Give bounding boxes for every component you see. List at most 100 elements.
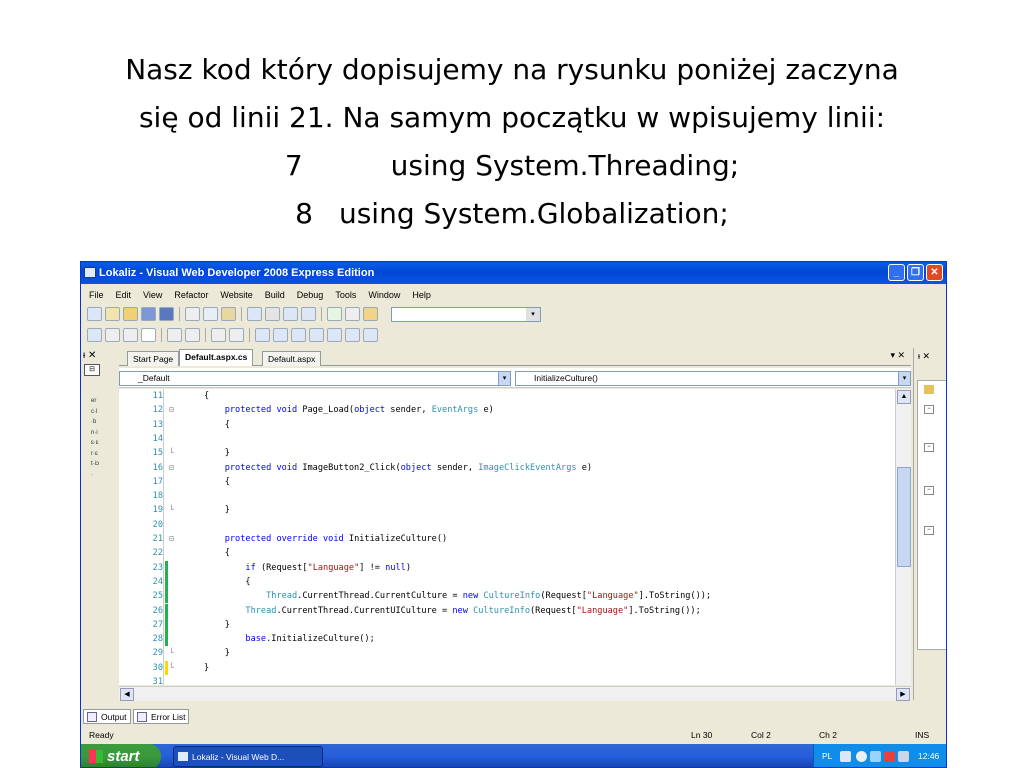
text-size-icon[interactable] [141, 328, 156, 342]
code-editor[interactable]: 11 {12 ⊟ protected void Page_Load(object s… [119, 389, 911, 685]
code-line[interactable]: 26 Thread.CurrentThread.CurrentUICulture… [119, 603, 894, 618]
menu-website[interactable]: Website [220, 290, 252, 300]
outdent-icon[interactable] [167, 328, 182, 342]
solution-explorer-header[interactable]: ᵻ ✕ [914, 348, 946, 364]
monitor-icon[interactable] [898, 751, 909, 762]
bookmark-icon[interactable] [255, 328, 270, 342]
paste-icon[interactable] [221, 307, 236, 321]
code-line[interactable]: 11 { [119, 389, 894, 403]
vertical-scrollbar[interactable]: ▲ [895, 389, 911, 685]
code-line[interactable]: 27 } [119, 617, 894, 633]
tab-default-aspx-cs[interactable]: Default.aspx.cs [179, 349, 254, 366]
start-button[interactable]: start [81, 744, 161, 767]
check-icon[interactable] [123, 328, 138, 342]
class-combo[interactable]: _Default ▾ [119, 371, 511, 386]
properties-icon[interactable] [363, 307, 378, 321]
member-combo[interactable]: InitializeCulture() ▾ [515, 371, 911, 386]
save-icon[interactable] [141, 307, 156, 321]
maximize-button[interactable]: ❐ [907, 264, 924, 281]
code-line[interactable]: 18 [119, 489, 894, 503]
expand-icon[interactable]: − [924, 405, 934, 414]
start-debugging-icon[interactable] [327, 307, 342, 321]
fold-marker-icon[interactable]: ⊟ [169, 532, 178, 546]
collapse-icon[interactable]: ⊟ [84, 364, 100, 376]
prev-bookmark-icon[interactable] [273, 328, 288, 342]
format-icon[interactable] [87, 328, 102, 342]
find-combo[interactable]: ▾ [391, 306, 541, 322]
open-folder-icon[interactable] [123, 307, 138, 321]
help-icon[interactable] [840, 751, 851, 762]
menu-build[interactable]: Build [265, 290, 285, 300]
horizontal-scrollbar[interactable]: ◀ ▶ [119, 686, 911, 701]
next-bookmark-icon[interactable] [291, 328, 306, 342]
close-button[interactable]: ✕ [926, 264, 943, 281]
security-icon[interactable] [884, 751, 895, 762]
chevron-down-icon[interactable]: ▾ [526, 307, 540, 321]
code-line[interactable]: 15 └ } [119, 446, 894, 460]
menu-tools[interactable]: Tools [335, 290, 356, 300]
copy-icon[interactable] [203, 307, 218, 321]
new-project-icon[interactable] [87, 307, 102, 321]
network-icon[interactable] [870, 751, 881, 762]
code-line[interactable]: 23 if (Request["Language"] != null) [119, 560, 894, 575]
redo-icon[interactable] [265, 307, 280, 321]
code-line[interactable]: 20 [119, 518, 894, 532]
code-line[interactable]: 19 └ } [119, 503, 894, 517]
taskbar-item-lokaliz[interactable]: Lokaliz - Visual Web D... [173, 746, 323, 767]
fold-marker-icon[interactable]: ⊟ [169, 403, 178, 417]
add-item-icon[interactable] [105, 307, 120, 321]
menu-window[interactable]: Window [368, 290, 400, 300]
uncomment-icon[interactable] [229, 328, 244, 342]
tab-default-aspx[interactable]: Default.aspx [262, 351, 322, 366]
save-all-icon[interactable] [159, 307, 174, 321]
toolbar-options-icon[interactable] [363, 328, 378, 342]
solution-tree[interactable]: − − − − [917, 380, 946, 650]
expand-icon[interactable]: − [924, 443, 934, 452]
navigate-forward-icon[interactable] [301, 307, 316, 321]
menu-refactor[interactable]: Refactor [174, 290, 208, 300]
code-line[interactable]: 31 [119, 675, 894, 685]
browser-icon[interactable] [105, 328, 120, 342]
tab-output[interactable]: Output [83, 709, 131, 724]
tab-start-page[interactable]: Start Page [127, 351, 180, 366]
code-line[interactable]: 14 [119, 432, 894, 446]
expand-icon[interactable]: − [924, 486, 934, 495]
menu-file[interactable]: File [89, 290, 104, 300]
code-line[interactable]: 28 base.InitializeCulture(); [119, 632, 894, 647]
scroll-up-icon[interactable]: ▲ [897, 390, 911, 404]
bookmark-folder-icon[interactable] [309, 328, 324, 342]
fold-marker-icon[interactable]: ⊟ [169, 461, 178, 475]
expand-icon[interactable]: − [924, 526, 934, 535]
code-line[interactable]: 13 { [119, 418, 894, 432]
clear-bookmarks-icon[interactable] [327, 328, 342, 342]
menu-debug[interactable]: Debug [297, 290, 324, 300]
chevron-down-icon[interactable]: ▾ [498, 372, 510, 385]
code-line[interactable]: 22 { [119, 546, 894, 560]
scroll-left-icon[interactable]: ◀ [120, 688, 134, 701]
minimize-button[interactable]: _ [888, 264, 905, 281]
comment-icon[interactable] [211, 328, 226, 342]
tab-error-list[interactable]: Error List [133, 709, 190, 724]
code-line[interactable]: 24 { [119, 574, 894, 590]
collapse-tray-icon[interactable] [856, 751, 867, 762]
scroll-right-icon[interactable]: ▶ [896, 688, 910, 701]
toolbox-header[interactable]: ᵻ ✕ [81, 348, 118, 364]
code-line[interactable]: 12 ⊟ protected void Page_Load(object send… [119, 403, 894, 417]
code-line[interactable]: 29 └ } [119, 646, 894, 660]
scroll-thumb[interactable] [897, 467, 911, 567]
code-line[interactable]: 17 { [119, 475, 894, 489]
code-line[interactable]: 25 Thread.CurrentThread.CurrentCulture =… [119, 589, 894, 604]
cut-icon[interactable] [185, 307, 200, 321]
code-line[interactable]: 30 └} [119, 660, 894, 675]
navigate-back-icon[interactable] [283, 307, 298, 321]
toggle-bookmark-icon[interactable] [345, 328, 360, 342]
chevron-down-icon[interactable]: ▾ [898, 372, 910, 385]
menu-view[interactable]: View [143, 290, 162, 300]
menu-help[interactable]: Help [412, 290, 431, 300]
menu-edit[interactable]: Edit [116, 290, 132, 300]
tab-controls[interactable]: ▾ ✕ [890, 350, 905, 361]
language-indicator[interactable]: PL [822, 744, 832, 767]
find-icon[interactable] [345, 307, 360, 321]
code-line[interactable]: 16 ⊟ protected void ImageButton2_Click(ob… [119, 461, 894, 475]
undo-icon[interactable] [247, 307, 262, 321]
